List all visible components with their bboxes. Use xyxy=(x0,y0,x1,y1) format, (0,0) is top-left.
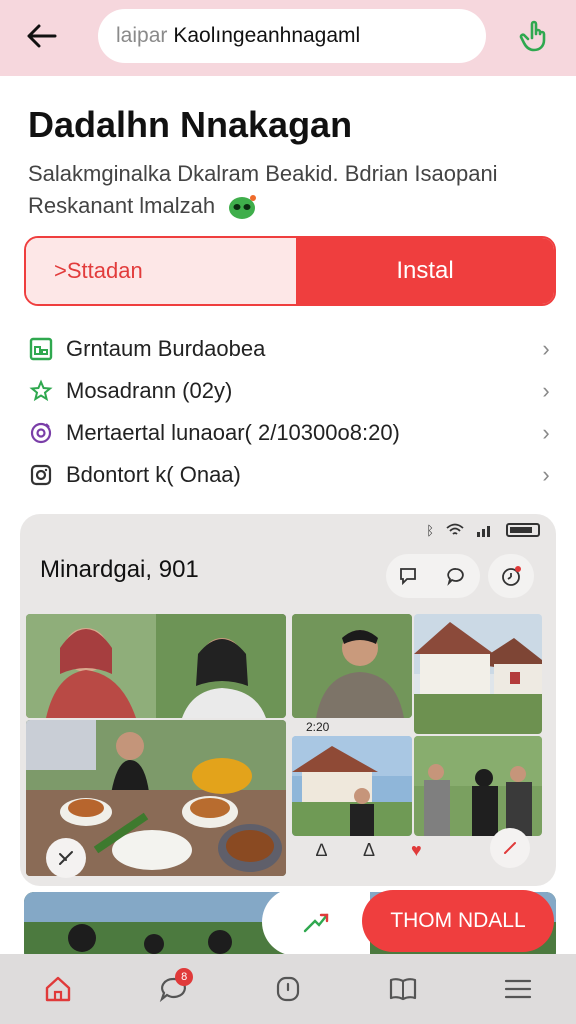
grid-icon xyxy=(28,336,54,362)
photo-time-tag: 2:20 xyxy=(306,720,330,734)
info-row-label: Grntaum Burdaobea xyxy=(66,336,266,361)
chevron-right-icon: › xyxy=(542,420,550,445)
install-button[interactable]: Instal xyxy=(296,238,554,304)
touch-icon xyxy=(519,20,546,52)
photo-man-outdoor[interactable] xyxy=(292,614,412,718)
info-list: Grntaum Burdaobea › Mosadrann (02y) › Me… xyxy=(28,328,556,496)
photo-people-group[interactable] xyxy=(414,736,542,836)
nav-menu[interactable] xyxy=(461,954,576,1024)
search-placeholder: laipar xyxy=(116,24,168,47)
top-bar: laipar Kaolıngeanhnagaml xyxy=(0,0,576,76)
info-row-update[interactable]: Mertaertal lunaoar( 2/10300o8:20) › xyxy=(28,412,556,454)
trend-arrow-icon xyxy=(303,913,329,933)
photo-group-selfie[interactable] xyxy=(26,614,286,718)
timer-icon[interactable] xyxy=(499,564,523,588)
bottom-nav: 8 xyxy=(0,954,576,1024)
wifi-icon xyxy=(446,523,464,535)
preview-action-pill xyxy=(386,554,480,598)
chat-square-icon[interactable] xyxy=(396,564,420,588)
info-row-category[interactable]: Grntaum Burdaobea › xyxy=(28,328,556,370)
arrow-left-icon xyxy=(27,24,57,48)
photo-house[interactable] xyxy=(414,614,542,734)
alien-emoji-icon xyxy=(227,194,257,220)
chevron-right-icon: › xyxy=(542,336,550,361)
battery-icon xyxy=(506,523,540,537)
status-bar: ᛒ xyxy=(426,518,540,542)
subtitle-line-2-text: Reskanant lmalzah xyxy=(28,193,216,218)
compass-icon xyxy=(276,976,300,1002)
target-icon xyxy=(28,420,54,446)
share-icon xyxy=(59,851,73,865)
nav-home[interactable] xyxy=(0,954,115,1024)
cta-button[interactable]: THOM NDALL xyxy=(362,890,554,952)
messages-badge: 8 xyxy=(175,968,194,986)
photo-village[interactable] xyxy=(292,736,412,836)
preview-bottom-icons: ∆ Δ ♥ xyxy=(316,840,422,861)
camera-icon xyxy=(28,462,54,488)
subtitle-line-2: Reskanant lmalzah xyxy=(28,190,548,222)
nav-messages[interactable]: 8 xyxy=(115,954,230,1024)
open-button[interactable]: >Sttadan xyxy=(26,238,296,304)
screenshot-preview[interactable]: ᛒ Minardgai, 901 2:20 ∆ Δ ♥ xyxy=(20,514,556,886)
info-row-contact[interactable]: Bdontort k( Onaa) › xyxy=(28,454,556,496)
preview-icon-3[interactable]: ♥ xyxy=(411,840,422,861)
preview-heading: Minardgai, 901 xyxy=(40,556,199,583)
share-button[interactable] xyxy=(46,838,86,878)
search-value: Kaolıngeanhnagaml xyxy=(173,24,361,47)
bluetooth-icon: ᛒ xyxy=(426,522,434,538)
app-subtitle: Salakmginalka Dkalram Beakid. Bdrian Isa… xyxy=(28,158,548,222)
chat-bubble-icon[interactable] xyxy=(444,564,468,588)
signal-icon xyxy=(477,526,490,537)
info-row-label: Mosadrann (02y) xyxy=(66,378,233,403)
back-button[interactable] xyxy=(24,18,60,54)
chevron-right-icon: › xyxy=(542,378,550,403)
nav-explore[interactable] xyxy=(230,954,345,1024)
preview-icon-2[interactable]: Δ xyxy=(363,840,375,861)
star-icon xyxy=(28,378,54,404)
search-input[interactable]: laipar Kaolıngeanhnagaml xyxy=(98,9,486,63)
preview-icon-1[interactable]: ∆ xyxy=(316,840,327,861)
subtitle-line-1: Salakmginalka Dkalram Beakid. Bdrian Isa… xyxy=(28,161,498,186)
app-title: Dadalhn Nnakagan xyxy=(28,104,353,145)
action-buttons: >Sttadan Instal xyxy=(24,236,556,306)
arrow-up-right-icon xyxy=(504,842,516,854)
chevron-right-icon: › xyxy=(542,462,550,487)
info-row-rating[interactable]: Mosadrann (02y) › xyxy=(28,370,556,412)
expand-button[interactable] xyxy=(490,828,530,868)
menu-icon xyxy=(505,979,532,999)
home-icon xyxy=(45,976,70,1002)
mic-button[interactable] xyxy=(516,18,552,54)
trend-button[interactable] xyxy=(262,888,370,956)
info-row-label: Mertaertal lunaoar( 2/10300o8:20) xyxy=(66,420,400,445)
book-icon xyxy=(390,978,417,1001)
nav-library[interactable] xyxy=(346,954,461,1024)
preview-timer-pill xyxy=(488,554,534,598)
info-row-label: Bdontort k( Onaa) xyxy=(66,462,241,487)
